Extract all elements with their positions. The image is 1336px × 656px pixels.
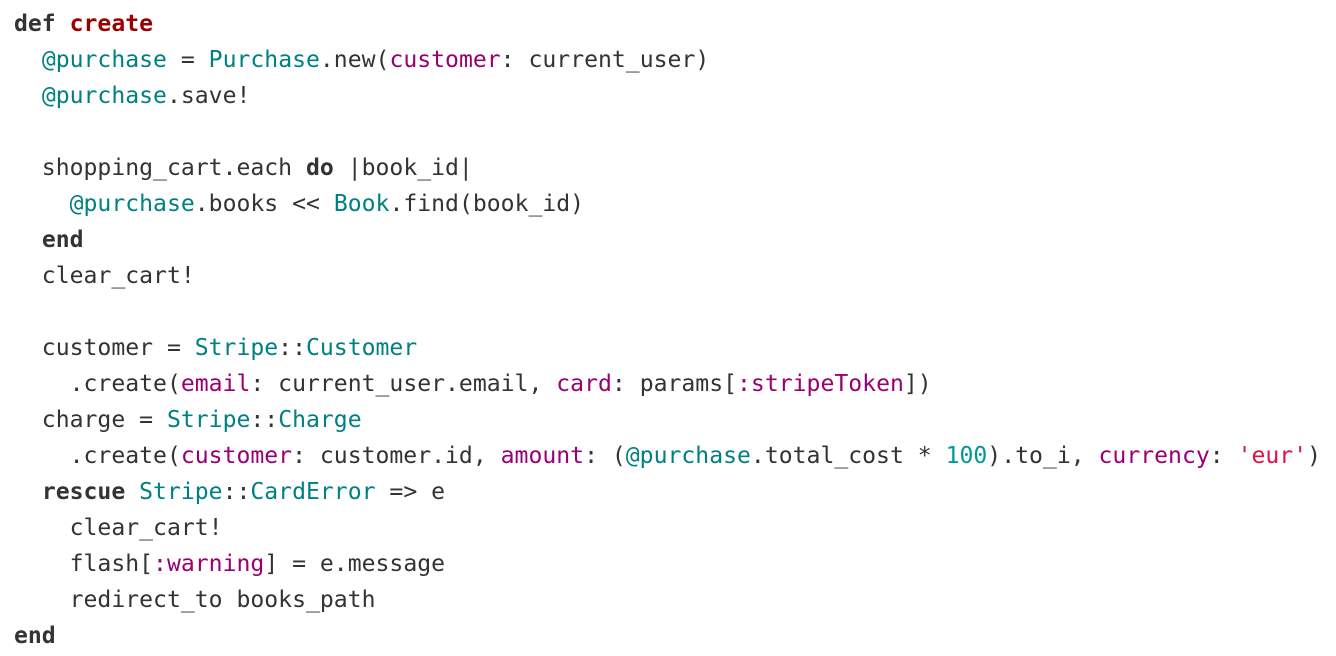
code-text: : ( bbox=[584, 443, 626, 469]
code-line: def create bbox=[14, 6, 1321, 42]
code-text: ] = e.message bbox=[264, 551, 446, 577]
code-text: .find(book_id) bbox=[389, 191, 585, 217]
constant-token: Customer bbox=[305, 335, 418, 361]
code-text: charge = bbox=[14, 407, 167, 433]
code-text: .new( bbox=[319, 47, 390, 73]
keyword-token: end bbox=[41, 227, 84, 253]
symbol-token: customer bbox=[389, 47, 501, 73]
code-line: shopping_cart.each do |book_id| bbox=[14, 150, 1321, 186]
constant-token: Stripe bbox=[139, 479, 223, 505]
code-text: :: bbox=[222, 479, 251, 505]
symbol-token: card bbox=[556, 371, 612, 397]
symbol-token: currency bbox=[1098, 443, 1210, 469]
code-text: .create( bbox=[14, 443, 181, 469]
keyword-token: def bbox=[14, 11, 56, 37]
code-line: .create(customer: customer.id, amount: (… bbox=[14, 438, 1321, 474]
constant-token: Purchase bbox=[208, 47, 320, 73]
code-text: => e bbox=[375, 479, 446, 505]
code-text: :: bbox=[250, 407, 279, 433]
code-block: def create @purchase = Purchase.new(cust… bbox=[14, 6, 1321, 654]
constant-token: Book bbox=[333, 191, 390, 217]
code-line: flash[:warning] = e.message bbox=[14, 546, 1321, 582]
symbol-token: amount bbox=[500, 443, 585, 469]
code-text: ).to_i, bbox=[987, 443, 1099, 469]
code-text: redirect_to books_path bbox=[14, 587, 376, 613]
code-line: clear_cart! bbox=[14, 510, 1321, 546]
instance-variable-token: @purchase bbox=[41, 83, 167, 109]
code-text: .create( bbox=[14, 371, 181, 397]
constant-token: Charge bbox=[278, 407, 362, 433]
code-text: .total_cost * bbox=[750, 443, 946, 469]
code-text: flash[ bbox=[14, 551, 154, 577]
string-token: 'eur' bbox=[1237, 443, 1308, 469]
function-name-token: create bbox=[69, 11, 154, 37]
symbol-token: :stripeToken bbox=[737, 371, 904, 397]
code-text: : customer.id, bbox=[292, 443, 501, 469]
code-line: customer = Stripe::Customer bbox=[14, 330, 1321, 366]
code-line: clear_cart! bbox=[14, 258, 1321, 294]
code-line: redirect_to books_path bbox=[14, 582, 1321, 618]
instance-variable-token: @purchase bbox=[625, 443, 751, 469]
code-text: shopping_cart.each bbox=[14, 155, 306, 181]
instance-variable-token: @purchase bbox=[69, 191, 195, 217]
symbol-token: email bbox=[180, 371, 251, 397]
code-text: : current_user.email, bbox=[250, 371, 557, 397]
code-text: : current_user) bbox=[500, 47, 710, 73]
code-text: .save! bbox=[166, 83, 251, 109]
constant-token: CardError bbox=[250, 479, 376, 505]
symbol-token: customer bbox=[180, 443, 293, 469]
keyword-token: rescue bbox=[41, 479, 126, 505]
code-line: @purchase.books << Book.find(book_id) bbox=[14, 186, 1321, 222]
number-token: 100 bbox=[945, 443, 988, 469]
code-text: .books << bbox=[194, 191, 334, 217]
code-text: : bbox=[1209, 443, 1238, 469]
code-text: customer = bbox=[14, 335, 195, 361]
instance-variable-token: @purchase bbox=[41, 47, 167, 73]
code-text: ]) bbox=[903, 371, 932, 397]
symbol-token: :warning bbox=[153, 551, 265, 577]
code-line: end bbox=[14, 618, 1321, 654]
code-line: @purchase = Purchase.new(customer: curre… bbox=[14, 42, 1321, 78]
keyword-token: do bbox=[305, 155, 334, 181]
code-text: clear_cart! bbox=[14, 515, 223, 541]
code-line: end bbox=[14, 222, 1321, 258]
code-line: rescue Stripe::CardError => e bbox=[14, 474, 1321, 510]
code-line: .create(email: current_user.email, card:… bbox=[14, 366, 1321, 402]
code-text: |book_id| bbox=[333, 155, 473, 181]
code-text: : params[ bbox=[611, 371, 738, 397]
constant-token: Stripe bbox=[166, 407, 251, 433]
code-line: @purchase.save! bbox=[14, 78, 1321, 114]
code-text: clear_cart! bbox=[14, 263, 195, 289]
code-line: charge = Stripe::Charge bbox=[14, 402, 1321, 438]
code-text: :: bbox=[278, 335, 306, 361]
code-text: ) bbox=[1307, 443, 1322, 469]
code-text: = bbox=[166, 47, 209, 73]
keyword-token: end bbox=[14, 623, 56, 649]
constant-token: Stripe bbox=[194, 335, 279, 361]
